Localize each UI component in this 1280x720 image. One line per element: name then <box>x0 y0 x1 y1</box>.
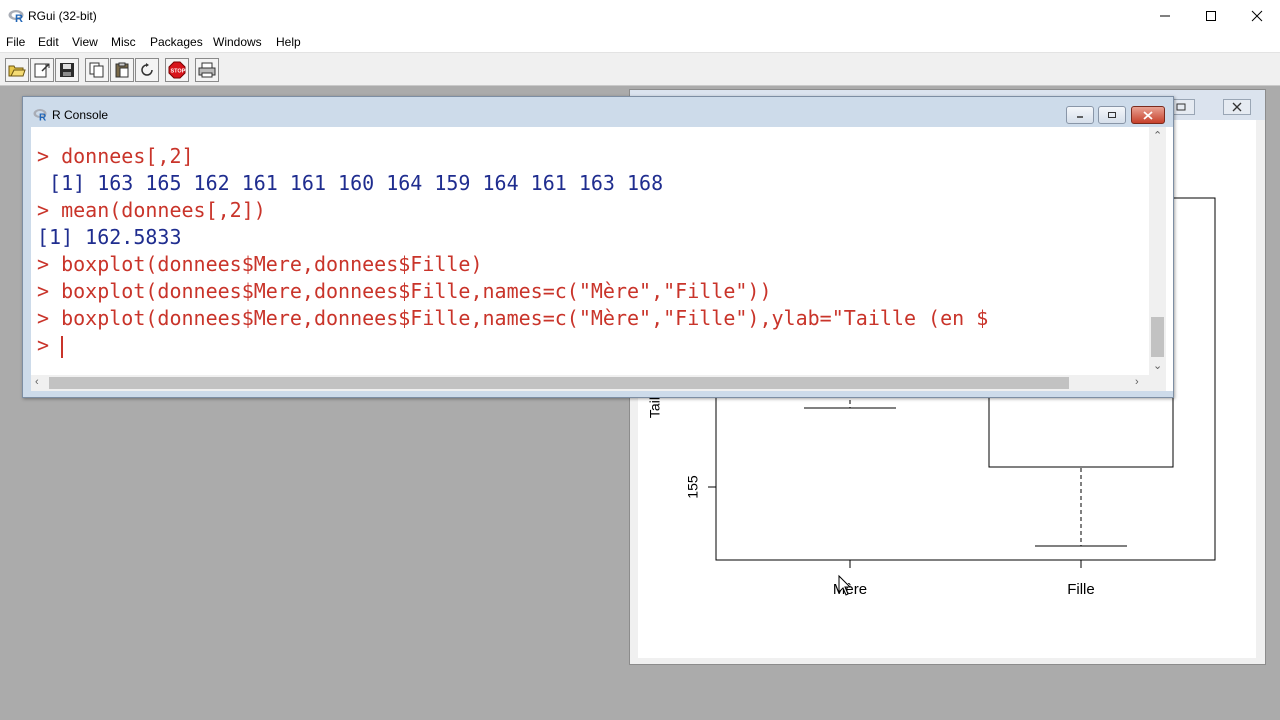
console-prompt-line[interactable]: > <box>37 332 1149 359</box>
toolbar: STOP <box>0 52 1280 86</box>
r-logo-icon: R <box>8 9 24 25</box>
copy-button[interactable] <box>85 58 109 82</box>
paste-icon <box>115 62 129 78</box>
load-workspace-icon <box>34 63 50 78</box>
console-line: > boxplot(donnees$Mere,donnees$Fille,nam… <box>37 279 772 303</box>
stop-button[interactable]: STOP <box>165 58 189 82</box>
close-icon <box>1232 102 1242 112</box>
x-label-mere: Mère <box>833 581 867 598</box>
console-minimize-button[interactable] <box>1066 106 1094 124</box>
copy-icon <box>89 62 104 78</box>
svg-text:STOP: STOP <box>171 69 186 75</box>
scroll-up-icon[interactable]: ⌃ <box>1153 129 1162 142</box>
console-line: > mean(donnees[,2]) <box>37 198 266 222</box>
console-output: > donnees[,2] [1] 163 165 162 161 161 16… <box>37 143 1149 359</box>
copy-paste-button[interactable] <box>135 58 159 82</box>
console-close-button[interactable] <box>1131 106 1165 124</box>
open-script-icon <box>8 65 26 77</box>
console-maximize-button[interactable] <box>1098 106 1126 124</box>
save-workspace-button[interactable] <box>55 58 79 82</box>
app-title: RGui (32-bit) <box>28 9 97 23</box>
vertical-scroll-thumb[interactable] <box>1151 317 1164 357</box>
text-cursor <box>61 335 64 358</box>
maximize-button[interactable] <box>1188 0 1234 32</box>
horizontal-scroll-thumb[interactable] <box>49 377 1069 389</box>
menu-file[interactable]: File <box>6 35 25 49</box>
horizontal-scrollbar[interactable]: ‹ › <box>31 375 1149 391</box>
menu-help[interactable]: Help <box>276 35 301 49</box>
menu-edit[interactable]: Edit <box>38 35 59 49</box>
load-workspace-button[interactable] <box>30 58 54 82</box>
vertical-scrollbar[interactable]: ⌃ ⌄ <box>1149 127 1166 375</box>
menu-packages[interactable]: Packages <box>150 35 203 49</box>
scroll-corner <box>1149 375 1166 391</box>
minimize-icon <box>1160 15 1170 17</box>
console-text-area[interactable]: > donnees[,2] [1] 163 165 162 161 161 16… <box>31 127 1173 391</box>
console-line: > boxplot(donnees$Mere,donnees$Fille) <box>37 252 483 276</box>
menu-bar: File Edit View Misc Packages Windows Hel… <box>0 32 1280 52</box>
minimize-icon <box>1077 116 1083 118</box>
console-line: > donnees[,2] <box>37 144 194 168</box>
console-line: > boxplot(donnees$Mere,donnees$Fille,nam… <box>37 306 989 330</box>
console-line: [1] 163 165 162 161 161 160 164 159 164 … <box>37 171 664 195</box>
scroll-right-icon[interactable]: › <box>1135 376 1139 388</box>
svg-text:R: R <box>39 113 47 122</box>
console-title: R Console <box>52 108 109 122</box>
stop-icon: STOP <box>168 61 186 79</box>
open-script-button[interactable] <box>5 58 29 82</box>
minimize-button[interactable] <box>1142 0 1188 32</box>
scroll-left-icon[interactable]: ‹ <box>35 376 39 388</box>
console-titlebar[interactable]: R R Console <box>23 97 1173 127</box>
console-line: [1] 162.5833 <box>37 225 182 249</box>
r-console-window[interactable]: R R Console > donnees[,2] [1] 163 165 16… <box>22 96 1174 398</box>
close-button[interactable] <box>1234 0 1280 32</box>
svg-text:R: R <box>15 13 23 23</box>
scroll-down-icon[interactable]: ⌄ <box>1153 359 1162 372</box>
maximize-icon <box>1108 112 1116 118</box>
restore-icon <box>1176 103 1186 111</box>
x-label-fille: Fille <box>1067 581 1095 598</box>
print-button[interactable] <box>195 58 219 82</box>
graphics-close-button[interactable] <box>1223 99 1251 115</box>
y-tick-label-155: 155 <box>685 475 701 499</box>
copy-paste-icon <box>141 63 153 76</box>
save-workspace-icon <box>60 63 74 77</box>
paste-button[interactable] <box>110 58 134 82</box>
app-titlebar: R RGui (32-bit) <box>0 0 1280 32</box>
console-prompt: > <box>37 333 62 357</box>
menu-misc[interactable]: Misc <box>111 35 136 49</box>
menu-windows[interactable]: Windows <box>213 35 262 49</box>
maximize-icon <box>1206 11 1216 21</box>
close-icon <box>1251 10 1263 22</box>
r-logo-icon: R <box>33 108 49 124</box>
close-icon <box>1143 110 1153 120</box>
menu-view[interactable]: View <box>72 35 98 49</box>
print-icon <box>198 62 216 78</box>
